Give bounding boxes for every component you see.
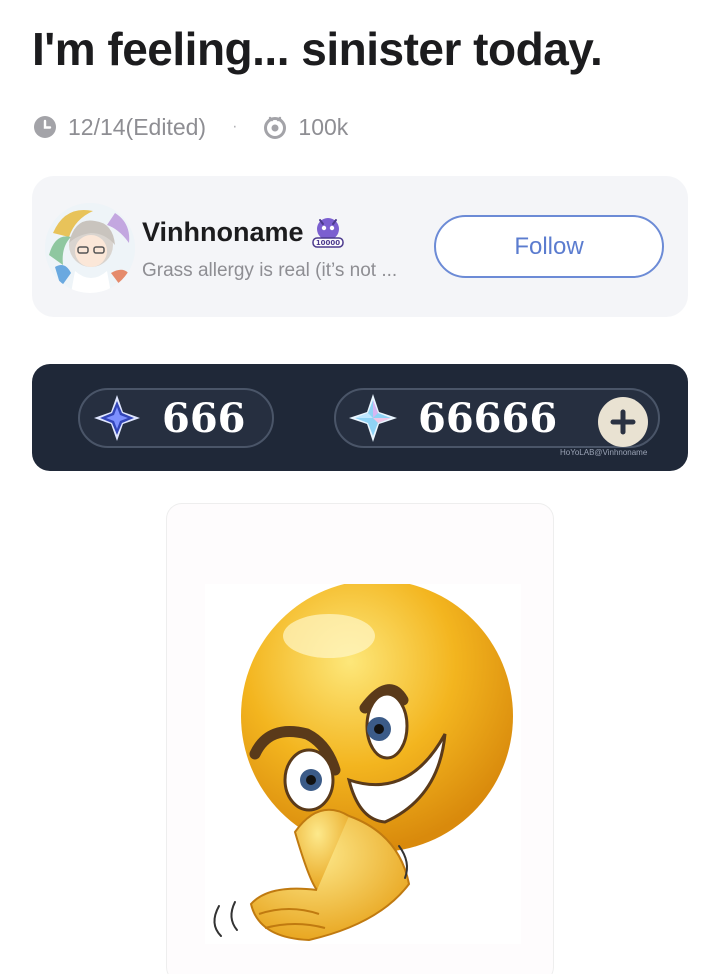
avatar[interactable] <box>45 203 135 293</box>
sinister-emoji-icon <box>205 584 521 944</box>
author-name[interactable]: Vinhnoname <box>142 217 304 248</box>
plus-icon <box>610 409 636 435</box>
post-date: 12/14(Edited) <box>68 113 207 140</box>
post-image-card[interactable] <box>166 503 554 974</box>
post-views: 100k <box>298 113 349 140</box>
add-currency-button <box>598 397 648 447</box>
clock-icon <box>34 116 56 138</box>
intertwined-fate-counter: 666 <box>78 388 274 448</box>
primogem-icon <box>349 394 397 442</box>
author-name-row: Vinhnoname 10000 <box>142 214 346 250</box>
author-card: Vinhnoname 10000 Grass allergy is real (… <box>32 176 688 317</box>
post-title: I'm feeling... sinister today. <box>32 23 603 75</box>
view-count-icon <box>264 116 287 139</box>
milestone-badge-icon: 10000 <box>311 218 344 248</box>
svg-text:10000: 10000 <box>315 239 339 247</box>
meta-separator: · <box>232 118 238 135</box>
follow-button[interactable]: Follow <box>434 215 664 278</box>
intertwined-fate-icon <box>94 395 140 441</box>
currency-banner-image: 666 66666 HoYoLAB@Vinhnoname <box>32 364 688 471</box>
post-meta: 12/14(Edited) · 100k <box>33 110 348 144</box>
author-bio: Grass allergy is real (it’s not ... <box>142 260 398 281</box>
image-watermark: HoYoLAB@Vinhnoname <box>560 448 648 457</box>
primogem-count: 66666 <box>418 394 558 442</box>
intertwined-fate-count: 666 <box>162 394 246 442</box>
